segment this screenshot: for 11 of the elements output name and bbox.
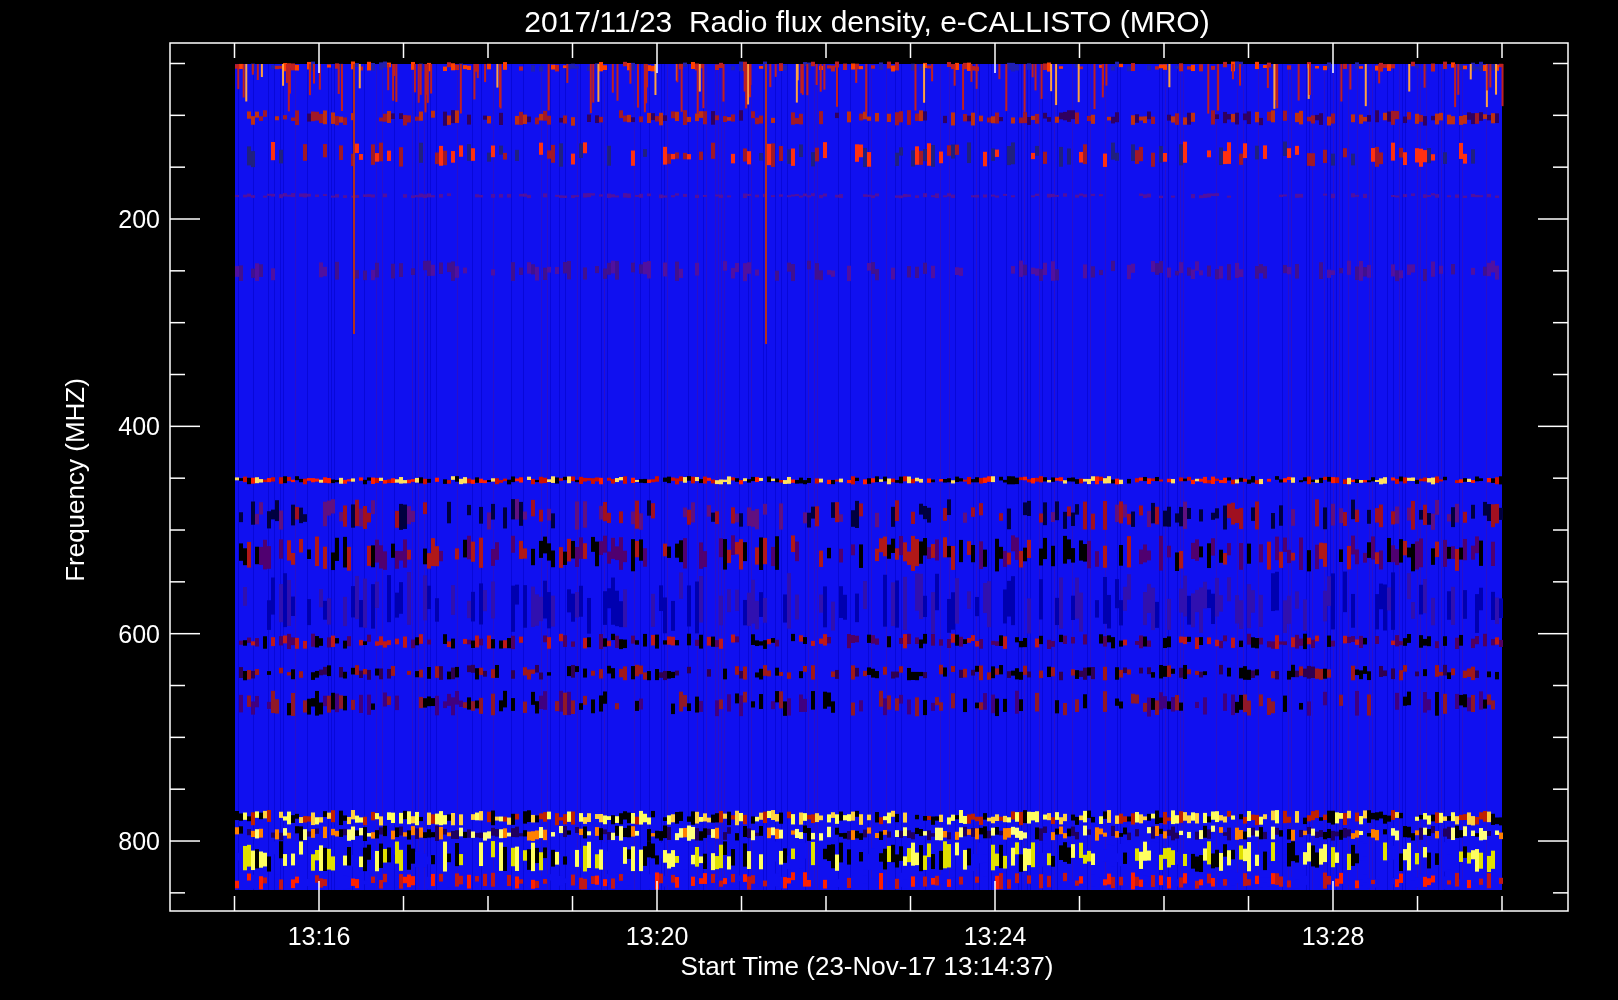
x-tick-label: 13:20 xyxy=(625,922,689,950)
x-tick-label: 13:28 xyxy=(1301,922,1365,950)
y-axis-label: Frequency (MHZ) xyxy=(60,378,90,582)
x-axis-label: Start Time (23-Nov-17 13:14:37) xyxy=(680,951,1054,981)
y-tick-label: 400 xyxy=(118,412,160,441)
plot-title: 2017/11/23 Radio flux density, e-CALLISTO (MRO) xyxy=(524,5,1210,38)
y-tick-label: 800 xyxy=(118,827,160,855)
x-tick-label: 13:16 xyxy=(287,922,351,950)
x-tick-label: 13:24 xyxy=(963,922,1027,950)
y-tick-label: 600 xyxy=(118,619,160,648)
y-tick-label: 200 xyxy=(118,205,160,233)
